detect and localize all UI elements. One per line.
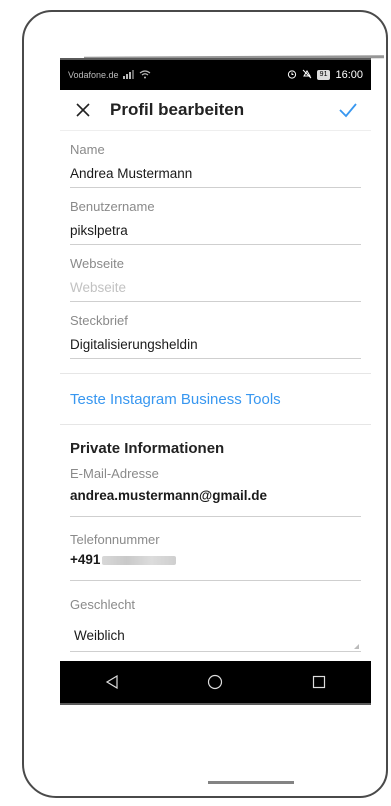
gender-value: Weiblich	[74, 628, 125, 643]
carrier-label: Vodafone.de	[68, 70, 119, 80]
username-input[interactable]: pikslpetra	[70, 223, 361, 245]
bio-field: Steckbrief Digitalisierungsheldin	[60, 313, 371, 359]
checkmark-icon[interactable]	[335, 97, 361, 123]
dropdown-corner-icon	[354, 644, 359, 649]
name-field: Name Andrea Mustermann	[60, 142, 371, 188]
bio-label: Steckbrief	[70, 313, 128, 328]
gender-select[interactable]: Weiblich	[70, 628, 361, 652]
website-label: Webseite	[70, 256, 124, 271]
phone-home-indicator	[208, 781, 294, 784]
status-left: Vodafone.de	[68, 69, 151, 81]
bio-input[interactable]: Digitalisierungsheldin	[70, 337, 361, 359]
app-bar: Profil bearbeiten	[60, 90, 371, 131]
username-field: Benutzername pikslpetra	[60, 199, 371, 245]
alarm-icon	[287, 69, 297, 82]
android-nav-bar	[60, 661, 371, 703]
name-input[interactable]: Andrea Mustermann	[70, 166, 361, 188]
phone-redaction	[102, 555, 177, 565]
close-icon[interactable]	[70, 97, 96, 123]
status-right: 91 16:00	[287, 69, 363, 82]
back-triangle-icon[interactable]	[92, 667, 132, 697]
phone-screen: Vodafone.de 91 16:00 Profil bearbeiten N…	[60, 58, 371, 705]
status-bar: Vodafone.de 91 16:00	[60, 60, 371, 90]
private-info-heading: Private Informationen	[70, 440, 225, 457]
page-title: Profil bearbeiten	[110, 100, 245, 119]
phone-label: Telefonnummer	[70, 532, 160, 547]
email-field: E-Mail-Adresse andrea.mustermann@gmail.d…	[60, 466, 371, 517]
wifi-icon	[139, 69, 151, 81]
phone-field: Telefonnummer +491	[60, 532, 371, 581]
website-input[interactable]: Webseite	[70, 280, 361, 302]
clock: 16:00	[335, 69, 363, 81]
name-label: Name	[70, 142, 105, 157]
phone-value: +491	[70, 552, 101, 567]
signal-icon	[122, 69, 135, 81]
username-label: Benutzername	[70, 199, 155, 214]
phone-input[interactable]: +491	[70, 552, 361, 581]
home-circle-icon[interactable]	[195, 667, 235, 697]
gender-label: Geschlecht	[70, 597, 136, 612]
recents-square-icon[interactable]	[299, 667, 339, 697]
email-label: E-Mail-Adresse	[70, 466, 159, 481]
gender-field: Geschlecht Weiblich	[60, 597, 371, 652]
email-input[interactable]: andrea.mustermann@gmail.de	[70, 488, 361, 517]
battery-indicator: 91	[316, 70, 331, 80]
business-tools-link[interactable]: Teste Instagram Business Tools	[60, 373, 371, 425]
mute-icon	[302, 69, 312, 82]
website-field: Webseite Webseite	[60, 256, 371, 302]
